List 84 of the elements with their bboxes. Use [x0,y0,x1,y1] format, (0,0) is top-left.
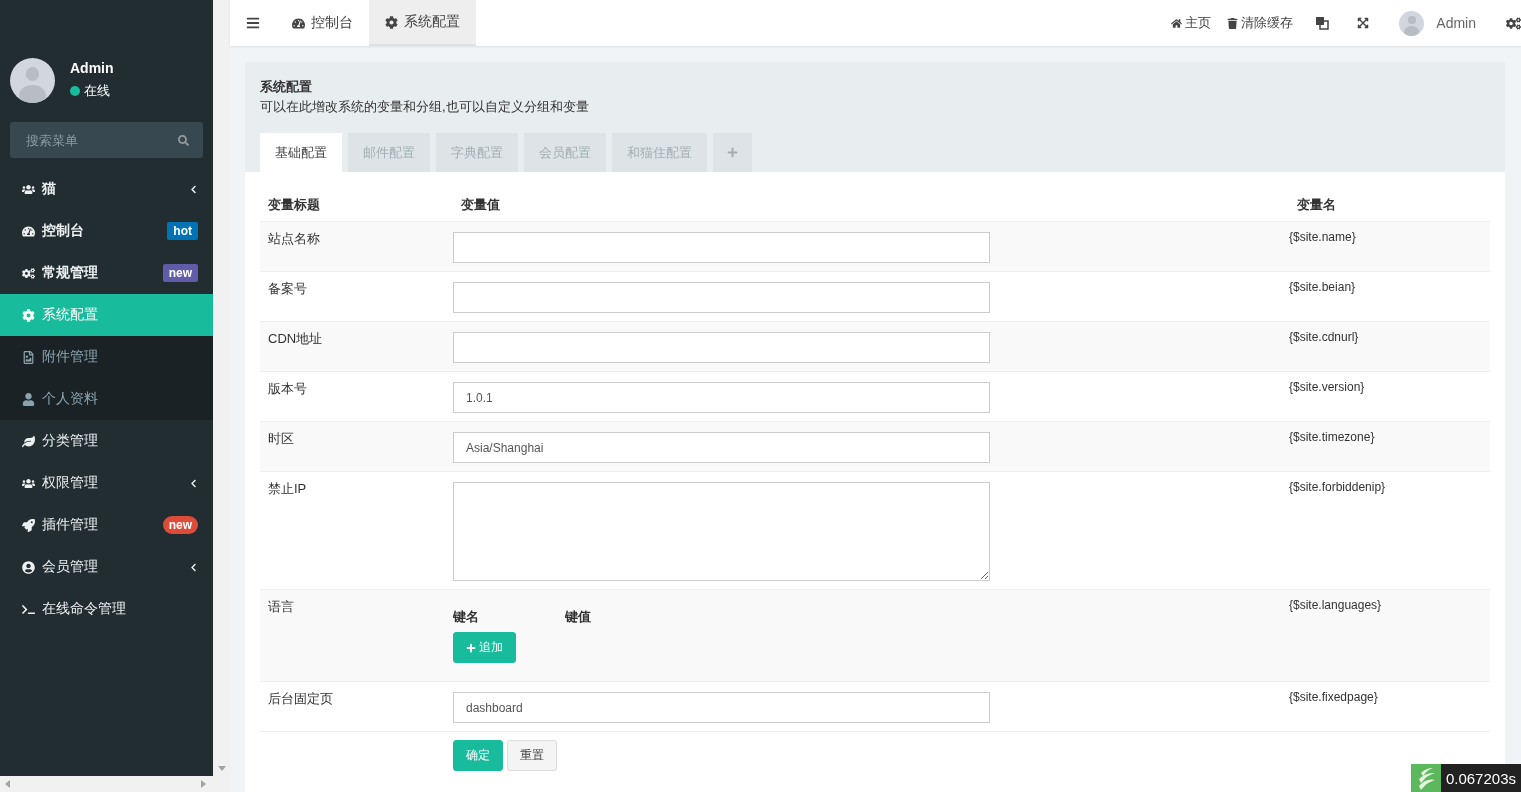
menu-badge: hot [167,222,198,240]
gear-icon [385,15,398,29]
search-input[interactable]: 搜索菜单 [24,131,164,149]
variable-name: {$site.forbiddenip} [1289,480,1387,496]
input-field[interactable] [453,482,990,581]
user-name: Admin [70,60,114,76]
menu-icon [22,434,35,448]
input-field[interactable]: Asia/Shanghai [453,432,990,463]
scroll-arrow-icon[interactable] [199,780,207,788]
menu-icon [22,182,35,196]
panel-title: 系统配置 [260,78,313,96]
menu-icon [22,350,35,364]
search-icon [178,134,189,146]
menu-icon [22,518,35,532]
menu-badge: new [162,264,198,282]
column-header: 变量值 [460,195,501,214]
add-tab-button[interactable] [713,133,752,172]
menu-item[interactable]: 在线命令管理 [0,588,213,630]
dashboard-icon [292,16,305,30]
menu-icon [22,602,35,616]
avatar [1399,10,1425,36]
row-title: 版本号 [267,380,308,398]
plus-icon [466,642,476,653]
menu-item[interactable]: 控制台 hot [0,210,213,252]
key-label: 键名 [453,608,479,626]
variable-name: {$site.timezone} [1289,430,1376,446]
variable-name: {$site.name} [1289,230,1357,246]
menu-item[interactable]: 会员管理 [0,546,213,588]
value-label: 键值 [565,608,591,626]
search-field[interactable]: 搜索菜单 [10,122,203,158]
panel-description: 可以在此增改系统的变量和分组,也可以自定义分组和变量 [260,98,590,116]
scroll-arrow-icon[interactable] [217,764,226,772]
input-field[interactable] [453,232,990,263]
variable-name: {$site.version} [1289,380,1366,396]
menu-badge: new [162,516,198,534]
home-icon [1171,17,1183,29]
user-menu[interactable]: Admin [1383,0,1492,46]
avatar [10,57,55,103]
row-title: 语言 [267,598,295,616]
menu-item[interactable]: 个人资料 [0,378,213,420]
input-field[interactable]: 1.0.1 [453,382,990,413]
config-tab[interactable]: 基础配置 [260,133,342,172]
menu-item[interactable]: 插件管理 new [0,504,213,546]
row-title: 备案号 [267,280,308,298]
menu-icon [22,560,35,574]
menu-item[interactable]: 猫 [0,168,213,210]
column-header: 变量标题 [267,195,321,214]
nav-tab[interactable]: 系统配置 [369,0,476,46]
variable-name: {$site.fixedpage} [1289,690,1379,706]
menu-icon [22,476,35,490]
column-header: 变量名 [1296,195,1337,214]
row-title: 后台固定页 [267,690,334,708]
row-title: CDN地址 [267,330,324,348]
settings-icon[interactable] [1506,15,1521,31]
plus-icon [727,147,738,158]
input-field[interactable]: dashboard [453,692,990,723]
reset-button[interactable]: 重置 [507,740,557,771]
menu-item[interactable]: 常规管理 new [0,252,213,294]
row-title: 时区 [267,430,295,448]
input-field[interactable] [453,332,990,363]
menu-icon [22,224,35,238]
menu-item[interactable]: 分类管理 [0,420,213,462]
debug-icon[interactable] [1410,764,1441,792]
menu-icon[interactable] [246,16,260,30]
menu-icon [22,308,35,322]
menu-icon [22,392,35,406]
variable-name: {$site.beian} [1289,280,1357,296]
menu-item[interactable]: 附件管理 [0,336,213,378]
user-status: 在线 [70,82,114,100]
menu-icon [22,266,35,280]
scroll-arrow-icon[interactable] [4,780,12,788]
row-title: 禁止IP [267,480,308,498]
header-link[interactable]: 清除缓存 [1219,0,1302,46]
nav-tab[interactable]: 控制台 [276,0,369,46]
translate-icon[interactable] [1315,16,1330,30]
variable-name: {$site.cdnurl} [1289,330,1360,346]
fullscreen-icon[interactable] [1357,17,1370,29]
input-field[interactable] [453,282,990,313]
header-link[interactable]: 主页 [1163,0,1220,46]
menu-item[interactable]: 权限管理 [0,462,213,504]
trash-icon [1227,17,1239,29]
variable-name: {$site.languages} [1289,598,1383,614]
debug-time: 0.067203s [1440,764,1521,792]
row-title: 站点名称 [267,230,321,248]
